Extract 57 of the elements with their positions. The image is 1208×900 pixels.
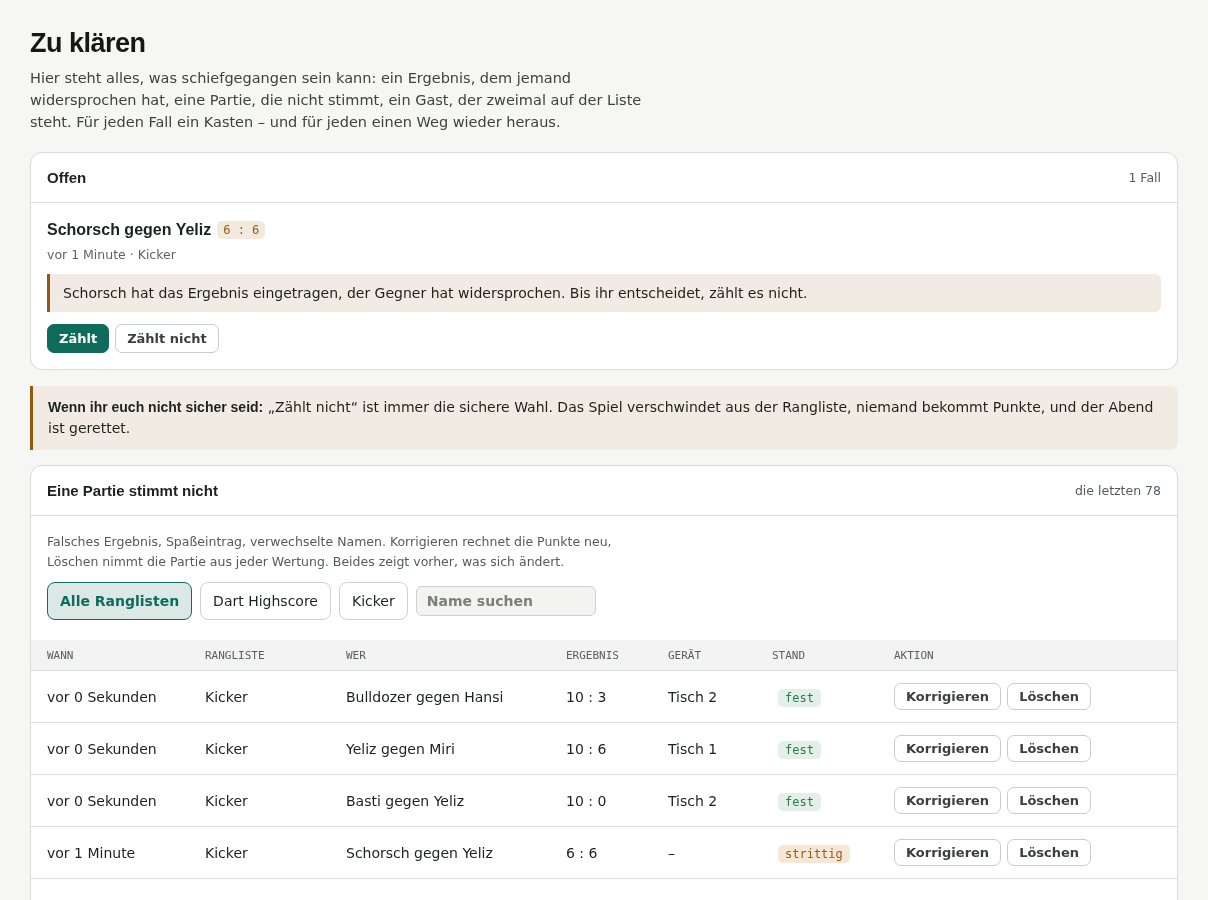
column-header: STAND	[756, 640, 878, 671]
table-cell: Tisch 2	[652, 774, 756, 827]
status-tag: fest	[778, 792, 821, 811]
case-meta: vor 1 Minute · Kicker	[47, 247, 177, 262]
column-header: RANGLISTE	[189, 640, 330, 671]
table-cell: Bulldozer gegen Hansi	[330, 670, 550, 723]
column-header: GERÄT	[652, 640, 756, 671]
status-tag: fest	[778, 740, 821, 759]
table-cell: Yeliz gegen Miri	[330, 722, 550, 775]
status-tag: fest	[778, 688, 821, 707]
table-cell: vor 0 Sekunden	[31, 722, 189, 775]
table-cell: Kicker	[189, 670, 330, 723]
hint-text: Wenn ihr euch nicht sicher seid: „Zählt nicht“ ist immer die sichere Wahl. Das Spiel verschwindet aus der Rangliste, niemand bekommt Punkte, und der Abend ist gerettet.	[30, 386, 1178, 450]
intro-text: Hier steht alles, was schiefgegangen sein kann: ein Ergebnis, dem jemand widersprochen hat, eine Partie, die nicht stimmt, ein Gast, der zweimal auf der Liste steht. Für jeden Fall ein Kasten – und für jeden einen Weg wieder heraus.	[30, 69, 643, 132]
case-note: Schorsch hat das Ergebnis eingetragen, der Gegner hat widersprochen. Bis ihr entscheidet, zählt es nicht.	[47, 274, 1161, 312]
correct-button[interactable]: Korrigieren	[894, 787, 1002, 814]
panel-title: Eine Partie stimmt nicht	[47, 482, 218, 499]
status-tag: strittig	[778, 844, 850, 863]
column-header: WER	[330, 640, 550, 671]
correct-button[interactable]: Korrigieren	[894, 683, 1002, 710]
filter-chip[interactable]: Dart Highscore	[200, 582, 331, 620]
description-text: Falsches Ergebnis, Spaßeintrag, verwechselte Namen. Korrigieren rechnet die Punkte neu, Löschen nimmt die Partie aus jeder Wertung. Beides zeigt vorher, was sich ändert.	[47, 533, 613, 571]
score-tag: 6 : 6	[217, 221, 266, 239]
search-field[interactable]: Name suchen	[415, 586, 596, 616]
table-cell: 10 : 6	[550, 722, 652, 775]
column-header: AKTION	[878, 640, 1177, 671]
column-header: ERGEBNIS	[550, 640, 652, 671]
panel-title: Offen	[47, 169, 87, 186]
page-title: Zu klären	[30, 28, 147, 59]
table-cell: Tisch 1	[652, 722, 756, 775]
case-title: Schorsch gegen Yeliz	[47, 221, 212, 239]
table-cell: 10 : 3	[550, 670, 652, 723]
accept-button[interactable]: Zählt	[47, 324, 110, 353]
table-cell: Kicker	[189, 826, 330, 879]
table-cell: Tisch 2	[652, 670, 756, 723]
table-cell: vor 1 Minute	[31, 826, 189, 879]
table-cell: Basti gegen Yeliz	[330, 774, 550, 827]
filter-chip[interactable]: Kicker	[338, 582, 408, 620]
delete-button[interactable]: Löschen	[1007, 683, 1092, 710]
correct-button[interactable]: Korrigieren	[894, 839, 1002, 866]
correct-button[interactable]: Korrigieren	[894, 735, 1002, 762]
table-cell: Kicker	[189, 722, 330, 775]
table-cell: 6 : 6	[550, 826, 652, 879]
table-cell: vor 0 Sekunden	[31, 670, 189, 723]
delete-button[interactable]: Löschen	[1007, 787, 1092, 814]
filter-chip[interactable]: Alle Ranglisten	[47, 582, 193, 620]
table-cell: –	[652, 826, 756, 879]
case-count: 1 Fall	[1128, 170, 1161, 185]
delete-button[interactable]: Löschen	[1007, 839, 1092, 866]
table-cell: Schorsch gegen Yeliz	[330, 826, 550, 879]
table-cell: Kicker	[189, 774, 330, 827]
delete-button[interactable]: Löschen	[1007, 735, 1092, 762]
reject-button[interactable]: Zählt nicht	[115, 324, 219, 353]
table-cell: vor 0 Sekunden	[31, 774, 189, 827]
case-count: die letzten 78	[1074, 483, 1161, 498]
column-header: WANN	[31, 640, 189, 671]
table-cell: 10 : 0	[550, 774, 652, 827]
